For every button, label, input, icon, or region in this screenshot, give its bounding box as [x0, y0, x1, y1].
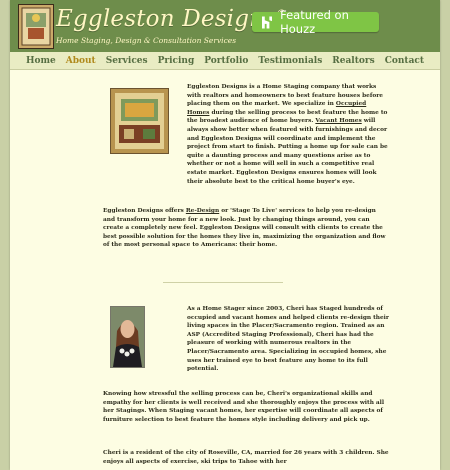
houzz-logo-icon	[262, 16, 273, 28]
cheri-portrait-photo	[110, 306, 145, 368]
nav-testimonials[interactable]: Testimonials	[258, 56, 322, 66]
vacant-homes-link[interactable]: Vacant Homes	[315, 118, 361, 124]
main-nav: Home About Services Pricing Portfolio Te…	[10, 52, 440, 70]
site-header: Eggleston Designs® Home Staging, Design …	[10, 0, 440, 52]
nav-services[interactable]: Services	[106, 56, 148, 66]
tagline: Home Staging, Design & Consultation Serv…	[56, 36, 237, 45]
houzz-badge-button[interactable]: Featured on Houzz	[252, 8, 379, 36]
nav-about[interactable]: About	[66, 56, 96, 66]
nav-home[interactable]: Home	[26, 56, 56, 66]
nav-contact[interactable]: Contact	[385, 56, 424, 66]
re-design-link[interactable]: Re-Design	[186, 208, 219, 214]
cheri-bio-paragraph: As a Home Stager since 2003, Cheri has S…	[187, 306, 389, 373]
section-divider	[163, 282, 283, 283]
cheri-personal-paragraph: Cheri is a resident of the city of Rosev…	[103, 450, 389, 465]
cheri-skills-paragraph: Knowing how stressful the selling proces…	[103, 391, 385, 423]
logo-icon[interactable]	[18, 4, 54, 49]
houzz-label: Featured on Houzz	[280, 8, 349, 36]
page: Eggleston Designs® Home Staging, Design …	[10, 0, 440, 470]
nav-portfolio[interactable]: Portfolio	[204, 56, 248, 66]
nav-realtors[interactable]: Realtors	[332, 56, 374, 66]
redesign-paragraph: Eggleston Designs offers Re-Design or 'S…	[103, 208, 386, 249]
nav-pricing[interactable]: Pricing	[158, 56, 195, 66]
intro-paragraph: Eggleston Designs is a Home Staging comp…	[187, 84, 388, 185]
staged-room-photo	[110, 88, 169, 154]
